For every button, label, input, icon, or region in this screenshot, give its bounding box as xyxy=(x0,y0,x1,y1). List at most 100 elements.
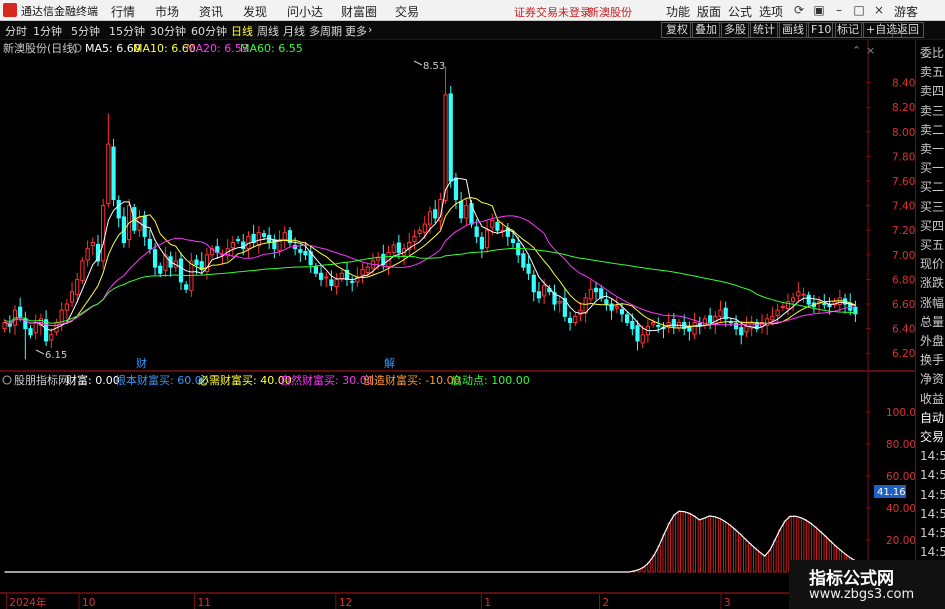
indicator-bar xyxy=(687,512,691,573)
period-30min[interactable]: 30分钟 xyxy=(150,23,186,39)
period-5min[interactable]: 5分钟 xyxy=(71,23,100,39)
period-more[interactable]: 更多 xyxy=(345,23,367,39)
candle-body xyxy=(650,321,656,325)
menu-trade[interactable]: 交易 xyxy=(395,3,419,20)
indicator-name: 股朋指标网 xyxy=(14,373,69,387)
refresh-icon[interactable]: ⟳ xyxy=(790,2,808,18)
menu-news[interactable]: 资讯 xyxy=(199,3,223,20)
maximize-icon[interactable]: □ xyxy=(850,2,868,18)
candle-body xyxy=(484,229,490,249)
date-label: 12 xyxy=(339,597,352,609)
side-panel-item[interactable]: 买三 xyxy=(920,198,945,217)
overlay-button[interactable]: 叠加 xyxy=(690,22,722,38)
side-panel-item[interactable]: 14:56 xyxy=(920,524,945,543)
side-panel-item[interactable]: 涨跌 xyxy=(920,274,945,293)
period-60min[interactable]: 60分钟 xyxy=(191,23,227,39)
price-tick-label: 7.00 xyxy=(892,250,915,262)
guest-user[interactable]: 游客 xyxy=(894,3,918,20)
menu-functions[interactable]: 功能 xyxy=(666,3,690,20)
side-panel-item[interactable]: 现价 xyxy=(920,255,945,274)
indicator-bar xyxy=(717,517,722,573)
stock-name-link[interactable]: 新澳股份 xyxy=(588,4,632,20)
indicator-tick-label: 40.00 xyxy=(886,503,915,515)
period-15min[interactable]: 15分钟 xyxy=(109,23,145,39)
side-panel-item[interactable]: 卖二 xyxy=(920,121,945,140)
menu-layout[interactable]: 版面 xyxy=(697,3,721,20)
indicator-bar xyxy=(667,522,671,573)
period-daily[interactable]: 日线 xyxy=(231,23,253,39)
period-intraday[interactable]: 分时 xyxy=(5,23,27,39)
main-chart-legend: 新澳股份(日线) MA5: 6.60 MA10: 6.60 MA20: 6.53… xyxy=(3,41,303,55)
finance-event-marker[interactable]: 财 xyxy=(136,356,147,370)
candle-body xyxy=(241,241,246,250)
side-panel-item[interactable]: 外盘 xyxy=(920,332,945,351)
candle-body xyxy=(702,318,708,326)
menu-discover[interactable]: 发现 xyxy=(243,3,267,20)
side-panel-item[interactable]: 14:56 xyxy=(920,447,945,466)
period-multi[interactable]: 多周期 xyxy=(309,23,342,39)
back-button[interactable]: 返回 xyxy=(892,22,924,38)
indicator-bar xyxy=(778,529,782,573)
side-panel-item[interactable]: 买一 xyxy=(920,159,945,178)
indicator-bar xyxy=(712,516,717,573)
menu-options[interactable]: 选项 xyxy=(759,3,783,20)
side-panel-item[interactable]: 总量 xyxy=(920,313,945,332)
indicator-bar xyxy=(682,511,686,573)
side-panel-item[interactable]: 收益 xyxy=(920,390,945,409)
side-panel-item[interactable]: 换手 xyxy=(920,351,945,370)
side-panel-item[interactable]: 14:56 xyxy=(920,486,945,505)
unlock-event-marker[interactable]: 解 xyxy=(384,356,395,370)
candle-body xyxy=(43,319,49,342)
side-panel-item[interactable]: 卖五 xyxy=(920,63,945,82)
period-monthly[interactable]: 月线 xyxy=(283,23,305,39)
login-status-link[interactable]: 证券交易未登录 xyxy=(514,4,591,20)
more-chevron-icon[interactable]: › xyxy=(368,23,372,36)
candle-body xyxy=(459,200,464,219)
side-panel-item[interactable]: 14:56 xyxy=(920,466,945,485)
side-panel-item[interactable]: 涨幅 xyxy=(920,294,945,313)
indicator-bar xyxy=(732,528,737,573)
collapse-icon[interactable]: ⌃ xyxy=(852,44,861,57)
indicator-settings-icon[interactable] xyxy=(2,375,12,385)
menu-ask-assistant[interactable]: 问小达 xyxy=(287,3,323,20)
minimize-icon[interactable]: – xyxy=(830,2,848,18)
side-panel-item[interactable]: 买二 xyxy=(920,178,945,197)
side-panel-item[interactable]: 卖一 xyxy=(920,140,945,159)
menu-market-quotes[interactable]: 行情 xyxy=(111,3,135,20)
menu-formula[interactable]: 公式 xyxy=(728,3,752,20)
menu-wealth-circle[interactable]: 财富圈 xyxy=(341,3,377,20)
menu-market[interactable]: 市场 xyxy=(155,3,179,20)
candle-body xyxy=(360,269,365,276)
app-title: 通达信金融终端 xyxy=(21,5,98,18)
skin-icon[interactable]: ▣ xyxy=(810,2,828,18)
period-weekly[interactable]: 周线 xyxy=(257,23,279,39)
statistics-button[interactable]: 统计 xyxy=(748,22,780,38)
side-panel-item[interactable]: 自动 xyxy=(920,409,945,428)
side-panel-item[interactable]: 委比 xyxy=(920,44,945,63)
indicator-bar xyxy=(657,545,661,573)
side-panel-item[interactable]: 卖四 xyxy=(920,82,945,101)
low-price-marker: 6.15 xyxy=(35,349,67,361)
candle-body xyxy=(692,321,697,335)
candle-body xyxy=(261,233,267,237)
title-bar: 通达信金融终端 行情 市场 资讯 发现 问小达 财富圈 交易 证券交易未登录 新… xyxy=(0,0,945,21)
side-panel-item[interactable]: 买五 xyxy=(920,236,945,255)
candle-body xyxy=(256,232,261,246)
mark-button[interactable]: 标记 xyxy=(832,22,864,38)
side-panel-item[interactable]: 买四 xyxy=(920,217,945,236)
close-icon[interactable]: × xyxy=(870,2,888,18)
side-panel-item[interactable]: 卖三 xyxy=(920,102,945,121)
candle-body xyxy=(474,226,479,237)
side-panel-item[interactable]: 交易 xyxy=(920,428,945,447)
draw-line-button[interactable]: 画线 xyxy=(777,22,809,38)
adjust-button[interactable]: 复权 xyxy=(661,22,693,38)
side-panel-item[interactable]: 净资 xyxy=(920,370,945,389)
chart-grid xyxy=(0,40,915,609)
period-1min[interactable]: 1分钟 xyxy=(33,23,62,39)
chart-area[interactable]: 新澳股份(日线) MA5: 6.60 MA10: 6.60 MA20: 6.53… xyxy=(0,40,915,609)
multi-stock-button[interactable]: 多股 xyxy=(719,22,751,38)
close-panel-icon[interactable]: × xyxy=(866,44,875,57)
side-panel-item[interactable]: 14:56 xyxy=(920,505,945,524)
candle-body xyxy=(744,325,749,333)
candle-body xyxy=(147,238,152,250)
